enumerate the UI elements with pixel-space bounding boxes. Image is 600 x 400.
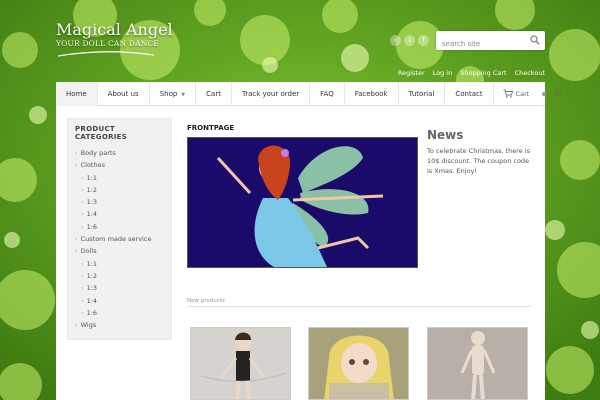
search-input[interactable] (436, 34, 526, 54)
news-title: News (427, 128, 464, 142)
frontpage-banner-image[interactable] (187, 137, 418, 268)
product-card[interactable] (427, 327, 528, 400)
category-list: Body partsClothes1:11:21:31:41:6Custom m… (75, 147, 164, 331)
main-content: PRODUCT CATEGORIES Body partsClothes1:11… (56, 106, 545, 400)
category-item[interactable]: 1:3 (75, 196, 164, 208)
product-image (309, 328, 408, 399)
main-nav: Home About us Shop ▼ Cart Track your orde… (56, 81, 562, 106)
frontpage-title: FRONTPAGE (187, 124, 235, 132)
shopping-cart-link[interactable]: Shopping Cart (460, 69, 506, 77)
nav-facebook[interactable]: Facebook (345, 81, 399, 106)
cart-icon (503, 89, 513, 98)
nav-cart[interactable]: Cart (196, 81, 232, 106)
category-item[interactable]: 1:6 (75, 307, 164, 319)
category-item[interactable]: 1:6 (75, 221, 164, 233)
header-cart[interactable]: Cart $0 (494, 89, 562, 98)
category-item[interactable]: 1:2 (75, 184, 164, 196)
register-link[interactable]: Register (398, 69, 425, 77)
rss-icon[interactable]: r (390, 35, 401, 46)
nav-shop-label: Shop (159, 89, 178, 98)
cart-dot-icon (542, 91, 547, 96)
category-item[interactable]: 1:1 (75, 258, 164, 270)
category-item[interactable]: 1:4 (75, 208, 164, 220)
new-products-label: New products (187, 298, 225, 304)
category-item[interactable]: 1:3 (75, 282, 164, 294)
user-links: Register Log in Shopping Cart Checkout (398, 69, 545, 77)
new-products-header: New products (187, 298, 531, 307)
category-item[interactable]: Body parts (75, 147, 164, 159)
divider (187, 306, 531, 307)
facebook-icon[interactable]: f (418, 35, 429, 46)
header-cart-total: $0 (553, 89, 562, 98)
twitter-icon[interactable]: t (404, 35, 415, 46)
header-cart-label: Cart (515, 89, 530, 98)
category-item[interactable]: Custom made service (75, 233, 164, 245)
social-links: r t f (390, 35, 429, 46)
nav-faq[interactable]: FAQ (310, 81, 345, 106)
sidebar-title: PRODUCT CATEGORIES (75, 125, 128, 141)
nav-about-us[interactable]: About us (98, 81, 150, 106)
product-image (191, 328, 290, 399)
nav-home[interactable]: Home (56, 81, 98, 106)
category-item[interactable]: 1:4 (75, 295, 164, 307)
nav-track-order[interactable]: Track your order (232, 81, 311, 106)
news-section: News To celebrate Christmas, there is 10… (427, 128, 531, 176)
nav-shop[interactable]: Shop ▼ (150, 81, 197, 106)
nav-contact[interactable]: Contact (445, 81, 494, 106)
product-card[interactable] (308, 327, 409, 400)
search-box (436, 31, 545, 54)
category-item[interactable]: Wigs (75, 319, 164, 331)
caret-down-icon: ▼ (181, 91, 186, 98)
product-image (428, 328, 527, 399)
logo-subtitle: YOUR DOLL CAN DANCE (56, 39, 160, 48)
news-text: To celebrate Christmas, there is 10$ dis… (427, 147, 531, 175)
nav-tutorial[interactable]: Tutorial (399, 81, 446, 106)
category-item[interactable]: Dolls (75, 245, 164, 257)
site-logo[interactable]: Magical Angel YOUR DOLL CAN DANCE (56, 20, 173, 60)
category-item[interactable]: 1:2 (75, 270, 164, 282)
product-card[interactable] (190, 327, 291, 400)
login-link[interactable]: Log in (433, 69, 453, 77)
product-categories-sidebar: PRODUCT CATEGORIES Body partsClothes1:11… (67, 118, 172, 340)
logo-swoosh-icon (57, 51, 155, 57)
checkout-link[interactable]: Checkout (515, 69, 545, 77)
logo-title: Magical Angel (56, 20, 173, 39)
category-item[interactable]: 1:1 (75, 172, 164, 184)
search-icon[interactable] (530, 35, 540, 45)
category-item[interactable]: Clothes (75, 159, 164, 171)
fairy-illustration (188, 138, 417, 267)
